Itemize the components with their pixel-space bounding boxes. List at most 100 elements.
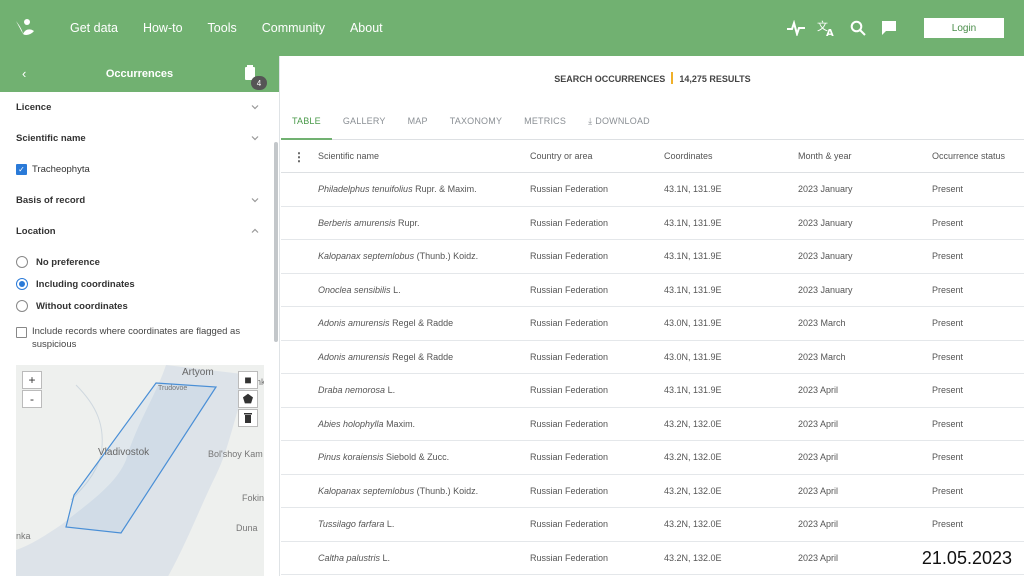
nav-about[interactable]: About — [350, 21, 383, 35]
back-chevron-icon[interactable]: ‹ — [22, 66, 26, 81]
radio-button[interactable] — [16, 256, 28, 268]
species-author: L. — [387, 385, 396, 396]
cell-coordinates: 43.0N, 131.9E — [664, 318, 722, 329]
radio-no-preference-label: No preference — [36, 256, 100, 268]
map-canvas — [16, 365, 264, 576]
nav-community[interactable]: Community — [262, 21, 325, 35]
cell-occurrence-status: Present — [932, 251, 964, 262]
filter-basis-of-record[interactable]: Basis of record — [0, 185, 279, 216]
cell-month-year: 2023 April — [798, 485, 839, 496]
table-row[interactable]: Onoclea sensibilis L. Russian Federation 4… — [281, 274, 1024, 307]
tracheophyta-checkbox-row[interactable]: ✓ Tracheophyta — [0, 154, 279, 185]
cell-country: Russian Federation — [530, 519, 609, 530]
species-author: Siebold & Zucc. — [386, 452, 450, 463]
cell-country: Russian Federation — [530, 217, 609, 228]
login-button[interactable]: Login — [924, 18, 1004, 38]
tab-download[interactable]: ⤓ DOWNLOAD — [577, 110, 661, 140]
cell-month-year: 2023 April — [798, 519, 839, 530]
col-country[interactable]: Country or area — [530, 151, 664, 161]
view-tabs: TABLE GALLERY MAP TAXONOMY METRICS ⤓ DOWN… — [281, 110, 1024, 140]
tracheophyta-label: Tracheophyta — [32, 164, 90, 175]
col-occurrence-status[interactable]: Occurrence status — [932, 151, 1024, 161]
nav-tools-group: 文A Login — [785, 0, 1004, 56]
delete-shape-icon[interactable] — [238, 409, 258, 427]
translate-icon[interactable]: 文A — [816, 17, 838, 39]
table-row[interactable]: Adonis amurensis Regel & Radde Russian Fe… — [281, 341, 1024, 374]
table-row[interactable]: Berberis amurensis Rupr. Russian Federati… — [281, 207, 1024, 240]
cell-country: Russian Federation — [530, 284, 609, 295]
nav-tools[interactable]: Tools — [208, 21, 237, 35]
checkbox-checked[interactable]: ✓ — [16, 164, 27, 175]
nav-get-data[interactable]: Get data — [70, 21, 118, 35]
radio-without-coordinates[interactable]: Without coordinates — [0, 295, 279, 317]
cell-scientific-name: Kalopanax septemlobus (Thunb.) Koidz. — [281, 251, 530, 261]
filter-basis-label: Basis of record — [16, 195, 86, 206]
filter-location[interactable]: Location — [0, 216, 279, 247]
draw-polygon-icon[interactable]: ⬟ — [238, 390, 258, 408]
datestamp: 21.05.2023 — [917, 546, 1016, 571]
results-count: 14,275 RESULTS — [679, 74, 751, 84]
cell-scientific-name: Tussilago farfara L. — [281, 519, 530, 529]
table-row[interactable]: Draba nemorosa L. Russian Federation 43.1N… — [281, 374, 1024, 408]
cell-month-year: 2023 March — [798, 318, 846, 329]
cell-occurrence-status: Present — [932, 217, 964, 228]
cell-month-year: 2023 April — [798, 418, 839, 429]
cell-month-year: 2023 April — [798, 552, 839, 563]
cell-coordinates: 43.1N, 131.9E — [664, 385, 722, 396]
location-map[interactable]: Artyom Vladivostok Bol'shoy Kam Fokin Du… — [16, 365, 264, 576]
table-row[interactable]: Kalopanax septemlobus (Thunb.) Koidz. Rus… — [281, 475, 1024, 508]
tab-metrics[interactable]: METRICS — [513, 110, 577, 140]
species-name: Philadelphus tenuifolius — [318, 184, 413, 195]
radio-button-selected[interactable] — [16, 278, 28, 290]
table-row[interactable]: Kalopanax septemlobus (Thunb.) Koidz. Rus… — [281, 240, 1024, 274]
column-options-icon[interactable]: ⋮ — [293, 150, 305, 164]
species-name: Berberis amurensis — [318, 217, 396, 228]
map-zoom-out-button[interactable]: - — [22, 390, 42, 408]
cell-month-year: 2023 January — [798, 284, 853, 295]
cell-scientific-name: Berberis amurensis Rupr. — [281, 218, 530, 228]
col-scientific-name[interactable]: Scientific name — [281, 151, 530, 161]
species-author: Regel & Radde — [392, 318, 454, 329]
cell-coordinates: 43.2N, 132.0E — [664, 519, 722, 530]
filter-scientific-name[interactable]: Scientific name — [0, 123, 279, 154]
map-zoom-in-button[interactable]: + — [22, 371, 42, 389]
draw-rectangle-icon[interactable]: ■ — [238, 371, 258, 389]
tab-gallery[interactable]: GALLERY — [332, 110, 397, 140]
filter-licence[interactable]: Licence — [0, 92, 279, 123]
chevron-down-icon — [251, 136, 259, 141]
cell-occurrence-status: Present — [932, 318, 964, 329]
species-author: Regel & Radde — [392, 351, 454, 362]
cell-month-year: 2023 March — [798, 351, 846, 362]
radio-including-coordinates[interactable]: Including coordinates — [0, 273, 279, 295]
table-row[interactable]: Abies holophylla Maxim. Russian Federatio… — [281, 408, 1024, 441]
activity-icon[interactable] — [785, 17, 807, 39]
feedback-icon[interactable] — [878, 17, 900, 39]
cell-month-year: 2023 January — [798, 184, 853, 195]
svg-text:A: A — [826, 28, 834, 37]
cell-scientific-name: Adonis amurensis Regel & Radde — [281, 352, 530, 362]
suspicious-coordinates-row[interactable]: Include records where coordinates are fl… — [0, 325, 279, 351]
tab-table[interactable]: TABLE — [281, 110, 332, 140]
nav-how-to[interactable]: How-to — [143, 21, 183, 35]
cell-coordinates: 43.2N, 132.0E — [664, 485, 722, 496]
col-coordinates[interactable]: Coordinates — [664, 151, 798, 161]
search-icon[interactable] — [847, 17, 869, 39]
gbif-logo-icon[interactable] — [13, 16, 37, 40]
radio-button[interactable] — [16, 300, 28, 312]
cell-occurrence-status: Present — [932, 485, 964, 496]
tab-map[interactable]: MAP — [397, 110, 439, 140]
chevron-up-icon — [251, 228, 259, 233]
table-row[interactable]: Adonis amurensis Regel & Radde Russian Fe… — [281, 307, 1024, 341]
cell-occurrence-status: Present — [932, 452, 964, 463]
map-label-edge: nka — [16, 531, 31, 541]
table-body: Philadelphus tenuifolius Rupr. & Maxim. R… — [281, 173, 1024, 575]
col-month-year[interactable]: Month & year — [798, 151, 932, 161]
table-row[interactable]: Pinus koraiensis Siebold & Zucc. Russian … — [281, 441, 1024, 475]
radio-no-preference[interactable]: No preference — [0, 251, 279, 273]
cell-scientific-name: Onoclea sensibilis L. — [281, 285, 530, 295]
checkbox-unchecked[interactable] — [16, 327, 27, 338]
table-row[interactable]: Caltha palustris L. Russian Federation 43.… — [281, 542, 1024, 575]
tab-taxonomy[interactable]: TAXONOMY — [439, 110, 513, 140]
table-row[interactable]: Philadelphus tenuifolius Rupr. & Maxim. R… — [281, 173, 1024, 207]
table-row[interactable]: Tussilago farfara L. Russian Federation 43… — [281, 508, 1024, 542]
